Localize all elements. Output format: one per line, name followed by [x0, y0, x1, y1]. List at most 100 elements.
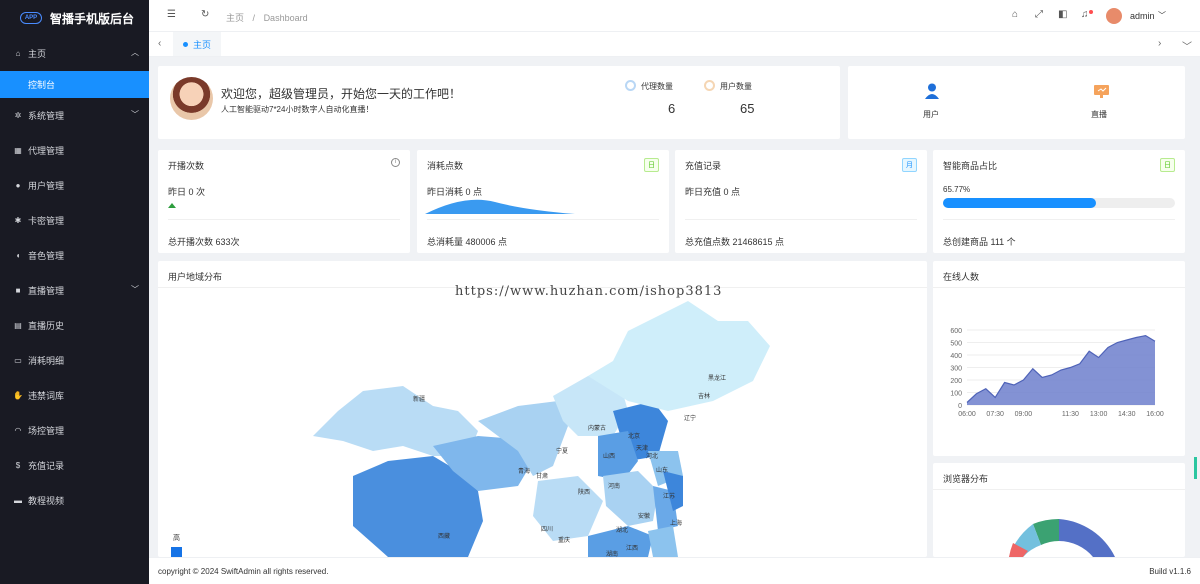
sidebar-item-2[interactable]: ▦ 代理管理 [0, 133, 149, 168]
province-label: 河南 [608, 484, 621, 490]
pie-slice [1059, 519, 1115, 557]
welcome-title: 欢迎您，超级管理员，开始您一天的工作吧！ [221, 87, 462, 101]
sidebar-subitem-console[interactable]: 控制台 [0, 71, 149, 98]
page-footer: copyright © 2024 SwiftAdmin all rights r… [149, 557, 1200, 584]
sidebar-item-3[interactable]: ● 用户管理 [0, 168, 149, 203]
province-label: 黑龙江 [708, 376, 727, 382]
province-label: 山西 [603, 454, 616, 460]
province-label: 上海 [670, 521, 683, 527]
welcome-card: 欢迎您，超级管理员，开始您一天的工作吧！ 人工智能驱动7*24小时数字人自动化直… [158, 66, 840, 139]
tab-home[interactable]: 主页 [173, 32, 222, 56]
metric-line: 昨日消耗 0 点 [427, 187, 483, 197]
region-jiangxi [648, 526, 678, 557]
sidebar-item-5[interactable]: ◖ 音色管理 [0, 238, 149, 273]
user-count-label: 用户数量 [720, 82, 752, 91]
divider [943, 219, 1175, 220]
province-label: 西藏 [438, 534, 451, 540]
sidebar-item-11[interactable]: $ 充值记录 [0, 448, 149, 483]
sidebar-item-10[interactable]: ◠ 场控管理 [0, 413, 149, 448]
tab-home-label: 主页 [193, 39, 212, 50]
user-count-value: 65 [740, 101, 755, 116]
nav-icon: ▦ [14, 146, 22, 155]
user-name[interactable]: admin [1130, 11, 1155, 21]
province-label: 陕西 [578, 490, 591, 496]
x-tick-label: 11:30 [1062, 411, 1079, 418]
nav-icon: ◖ [15, 251, 21, 260]
tab-next-icon[interactable]: › [1158, 38, 1161, 49]
nav-menu: ⌂ 主页 ︿ 控制台 ✲ 系统管理 ﹀ ▦ 代理管理 ● 用户管理 ✱ 卡密管理 ◖ 音色管理 ■ 直播管理 ﹀ ▤… [0, 36, 149, 518]
progress-track [943, 198, 1175, 208]
province-label: 四川 [541, 527, 554, 533]
sidebar-item-7[interactable]: ▤ 直播历史 [0, 308, 149, 343]
menu-toggle-icon[interactable]: ☰ [167, 9, 176, 20]
sidebar-item-6[interactable]: ■ 直播管理 ﹀ [0, 273, 149, 308]
divider [168, 219, 400, 220]
breadcrumb-separator: / [252, 13, 256, 23]
bell-icon[interactable]: ♫ [1081, 9, 1093, 20]
theme-icon[interactable]: ◧ [1058, 9, 1067, 20]
x-tick-label: 06:00 [958, 411, 976, 418]
brand[interactable]: APP 智播手机版后台 [0, 0, 149, 36]
province-label: 重庆 [558, 538, 571, 544]
avatar [170, 77, 213, 120]
y-tick-label: 0 [958, 403, 962, 410]
y-tick-label: 600 [950, 328, 962, 335]
province-label: 江苏 [663, 494, 676, 500]
province-label: 新疆 [413, 397, 426, 403]
refresh-icon[interactable]: ↻ [201, 9, 209, 20]
sidebar-item-0[interactable]: ⌂ 主页 ︿ [0, 36, 149, 71]
shortcut-user-label: 用户 [923, 110, 939, 119]
chevron-icon: ︿ [131, 48, 139, 57]
chevron-icon: ﹀ [131, 285, 139, 294]
province-label: 湖北 [616, 528, 629, 534]
sidebar-item-4[interactable]: ✱ 卡密管理 [0, 203, 149, 238]
breadcrumb-home[interactable]: 主页 [226, 13, 244, 23]
nav-icon: ▭ [14, 356, 22, 365]
tab-bar: ‹ 主页 › ﹀ [149, 32, 1200, 57]
tab-menu-icon[interactable]: ﹀ [1182, 38, 1192, 53]
consumption-sparkline [425, 199, 575, 214]
tab-dot [183, 41, 188, 47]
tab-prev-icon[interactable]: ‹ [158, 38, 161, 49]
y-tick-label: 500 [950, 341, 962, 348]
nav-label: 直播历史 [28, 321, 65, 331]
shortcut-user[interactable]: 用户 [848, 66, 1016, 139]
scrollbar-thumb[interactable] [1194, 457, 1197, 479]
build-version: Build v1.1.6 [1149, 567, 1191, 576]
scrollbar[interactable] [1194, 57, 1200, 557]
metric-line: 昨日充值 0 点 [685, 187, 741, 197]
sidebar-item-9[interactable]: ✋ 违禁词库 [0, 378, 149, 413]
info-icon[interactable]: i [391, 158, 400, 167]
nav-icon: ▤ [14, 321, 22, 330]
sidebar-item-8[interactable]: ▭ 消耗明细 [0, 343, 149, 378]
sidebar-item-12[interactable]: ▬ 教程视频 [0, 483, 149, 518]
agent-count-label: 代理数量 [641, 82, 673, 91]
divider [427, 219, 659, 220]
sidebar-item-1[interactable]: ✲ 系统管理 ﹀ [0, 98, 149, 133]
legend-high: 高 [173, 535, 180, 542]
chevron-down-icon[interactable]: ﹀ [1158, 10, 1166, 21]
x-tick-label: 07:30 [986, 411, 1004, 418]
progress-percent: 65.77% [943, 185, 971, 194]
progress-fill [943, 198, 1096, 208]
home-icon[interactable]: ⌂ [1012, 9, 1018, 20]
shortcut-live[interactable]: 直播 [1016, 66, 1185, 139]
province-label: 吉林 [698, 394, 711, 400]
user-count-icon [704, 80, 715, 91]
province-label: 北京 [628, 434, 641, 440]
period-badge: 日 [644, 158, 659, 172]
nav-label: 用户管理 [28, 181, 65, 191]
welcome-subtitle: 人工智能驱动7*24小时数字人自动化直播！ [221, 105, 374, 114]
province-label: 湖南 [606, 552, 619, 557]
breadcrumb: 主页 / Dashboard [226, 11, 308, 24]
province-label: 安徽 [638, 514, 651, 520]
x-tick-label: 13:00 [1090, 411, 1108, 418]
x-tick-label: 09:00 [1015, 411, 1033, 418]
metric-title: 智能商品占比 [943, 161, 998, 171]
nav-icon: ◠ [14, 426, 22, 435]
period-badge: 月 [902, 158, 917, 172]
avatar[interactable] [1106, 8, 1122, 24]
map-card: 用户地域分布 新疆 西藏 青海 甘肃 宁夏 内蒙古 黑龙江 吉林 辽宁 北京 天津 河北 山西 山东 陕西河… [158, 261, 927, 557]
fullscreen-icon[interactable]: ⤢ [1035, 9, 1043, 20]
nav-label: 系统管理 [28, 111, 65, 121]
